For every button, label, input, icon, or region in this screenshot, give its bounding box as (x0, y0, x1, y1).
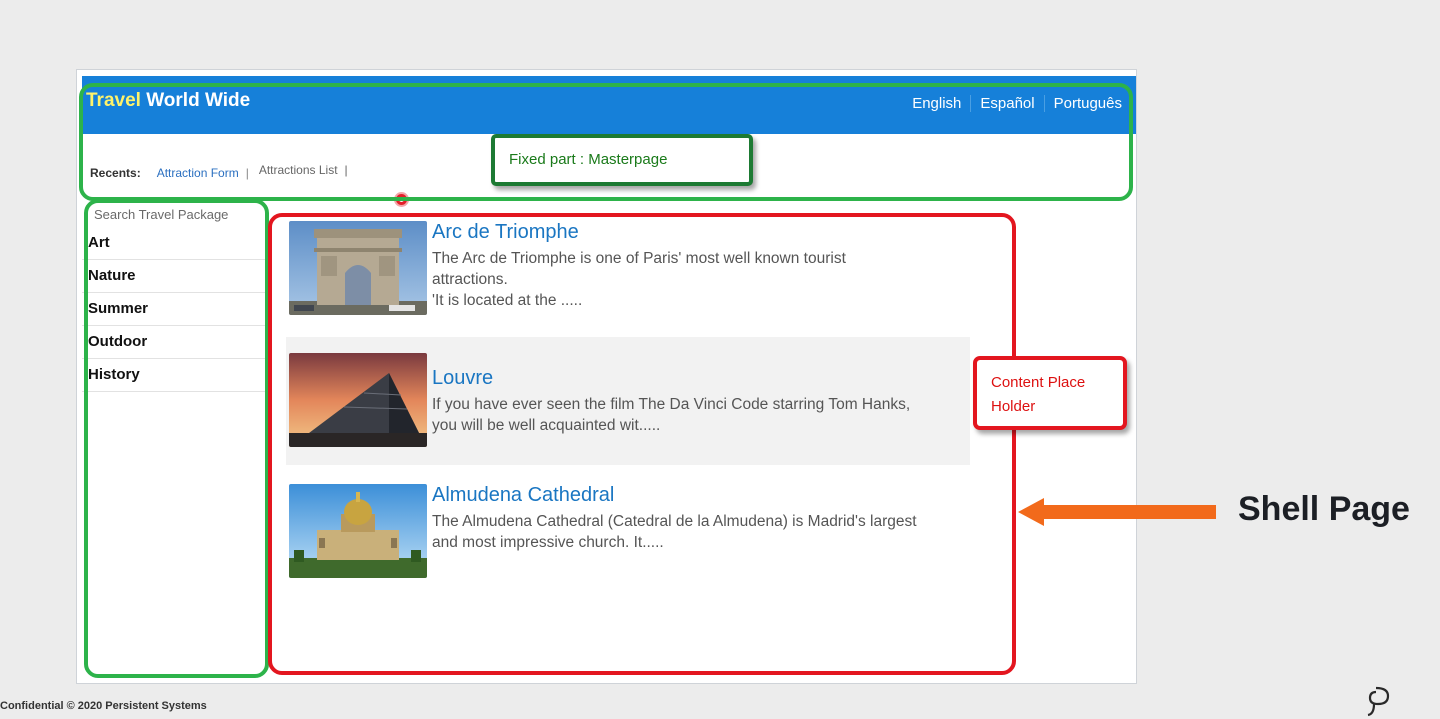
callout-line: Content Place (991, 374, 1086, 391)
shell-page-label: Shell Page (1238, 490, 1410, 528)
callout-line: Holder (991, 398, 1036, 415)
persistent-systems-logo-icon (1367, 686, 1390, 717)
sidebar-highlight-box (84, 199, 269, 678)
content-placeholder-highlight-box (268, 213, 1016, 675)
confidential-footer: Confidential © 2020 Persistent Systems (0, 700, 207, 712)
fixed-part-callout: Fixed part : Masterpage (491, 134, 753, 186)
content-placeholder-callout: Content Place Holder (973, 356, 1127, 430)
left-arrow-icon (1018, 498, 1216, 526)
